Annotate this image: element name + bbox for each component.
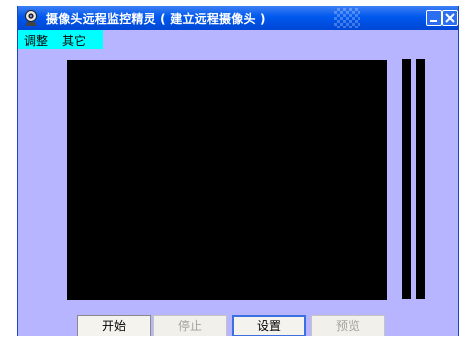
close-button[interactable] <box>442 10 458 26</box>
app-window: 摄像头远程监控精灵 ( 建立远程摄像头 ) 调整 其它 开始 停止 设置 预览 <box>17 6 459 336</box>
window-title: 摄像头远程监控精灵 ( 建立远程摄像头 ) <box>46 12 266 26</box>
close-icon <box>445 13 455 23</box>
minimize-icon <box>430 20 437 22</box>
stop-button[interactable]: 停止 <box>153 315 227 336</box>
start-button[interactable]: 开始 <box>77 315 151 336</box>
titlebar-decoration <box>334 8 360 28</box>
level-meter-right <box>416 59 425 299</box>
webcam-icon <box>25 10 37 26</box>
settings-button[interactable]: 设置 <box>232 315 306 336</box>
preview-button[interactable]: 预览 <box>311 315 385 336</box>
menu-item-adjust[interactable]: 调整 <box>24 32 48 49</box>
title-bar[interactable]: 摄像头远程监控精灵 ( 建立远程摄像头 ) <box>18 6 458 30</box>
level-meter-left <box>402 59 411 299</box>
menu-bar: 调整 其它 <box>18 30 458 49</box>
menu-item-other[interactable]: 其它 <box>62 32 86 49</box>
minimize-button[interactable] <box>426 10 442 26</box>
video-preview-area <box>67 60 387 300</box>
